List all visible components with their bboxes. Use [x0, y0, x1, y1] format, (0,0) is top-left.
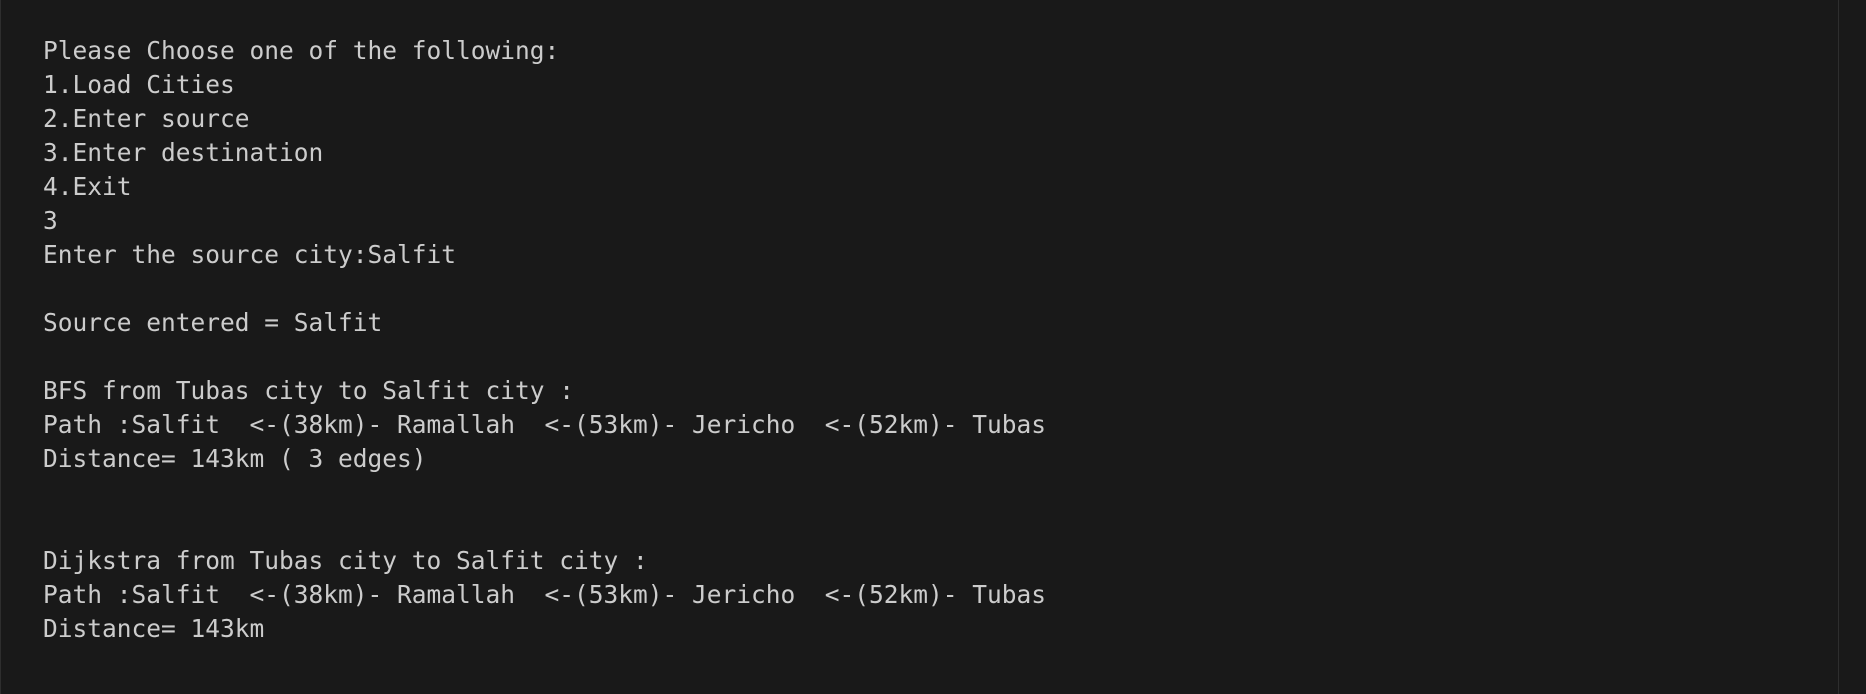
- dijkstra-path: Path :Salfit <-(38km)- Ramallah <-(53km)…: [43, 580, 1047, 609]
- dijkstra-distance: Distance= 143km: [43, 614, 265, 643]
- terminal-window[interactable]: Please Choose one of the following: 1.Lo…: [0, 0, 1866, 694]
- source-entered-line: Source entered = Salfit: [43, 308, 383, 337]
- bfs-heading: BFS from Tubas city to Salfit city :: [43, 376, 575, 405]
- menu-prompt: Please Choose one of the following:: [43, 36, 560, 65]
- terminal-output: Please Choose one of the following: 1.Lo…: [43, 34, 1046, 646]
- user-choice: 3: [43, 206, 58, 235]
- menu-option-exit: 4.Exit: [43, 172, 132, 201]
- menu-option-enter-source: 2.Enter source: [43, 104, 250, 133]
- source-city-prompt: Enter the source city:Salfit: [43, 240, 457, 269]
- bfs-path: Path :Salfit <-(38km)- Ramallah <-(53km)…: [43, 410, 1047, 439]
- menu-option-enter-destination: 3.Enter destination: [43, 138, 324, 167]
- menu-option-load-cities: 1.Load Cities: [43, 70, 235, 99]
- bfs-distance: Distance= 143km ( 3 edges): [43, 444, 427, 473]
- scrollbar[interactable]: [1838, 0, 1866, 694]
- dijkstra-heading: Dijkstra from Tubas city to Salfit city …: [43, 546, 648, 575]
